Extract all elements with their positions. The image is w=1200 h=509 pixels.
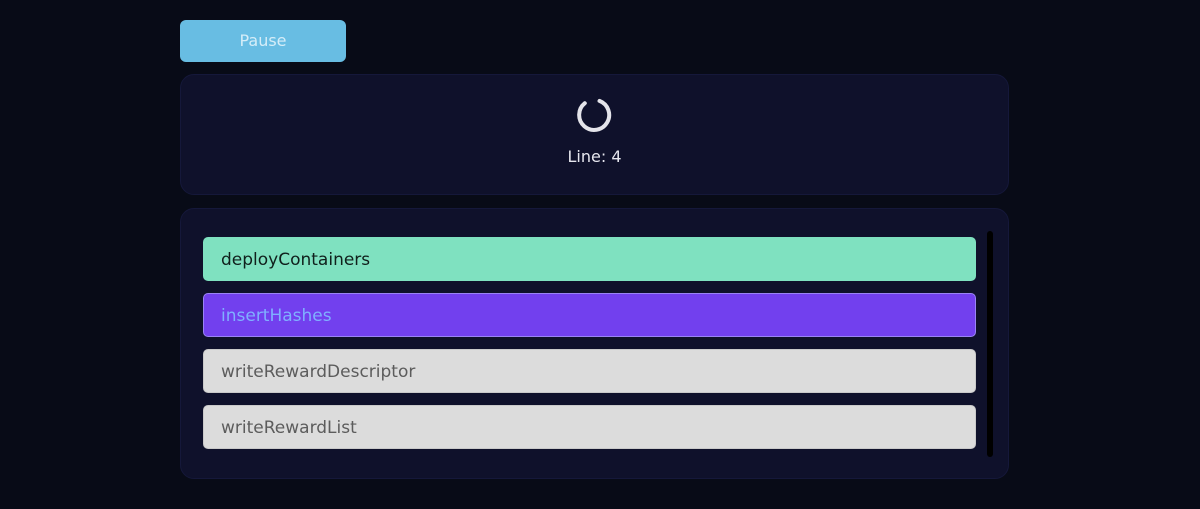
current-line-text: Line: 4 bbox=[567, 147, 622, 166]
pause-button[interactable]: Pause bbox=[180, 20, 346, 62]
task-list: deployContainers insertHashes writeRewar… bbox=[203, 237, 976, 461]
task-item-deploy-containers[interactable]: deployContainers bbox=[203, 237, 976, 281]
status-panel: Line: 4 bbox=[180, 74, 1009, 195]
tasks-panel: deployContainers insertHashes writeRewar… bbox=[180, 208, 1009, 479]
task-item-write-reward-list[interactable]: writeRewardList bbox=[203, 405, 976, 449]
loading-spinner-icon bbox=[577, 98, 612, 132]
page: Pause Line: 4 deployContainers insertHas… bbox=[0, 0, 1200, 509]
task-list-scrollbar[interactable] bbox=[987, 231, 993, 457]
task-item-write-reward-descriptor[interactable]: writeRewardDescriptor bbox=[203, 349, 976, 393]
task-item-insert-hashes[interactable]: insertHashes bbox=[203, 293, 976, 337]
